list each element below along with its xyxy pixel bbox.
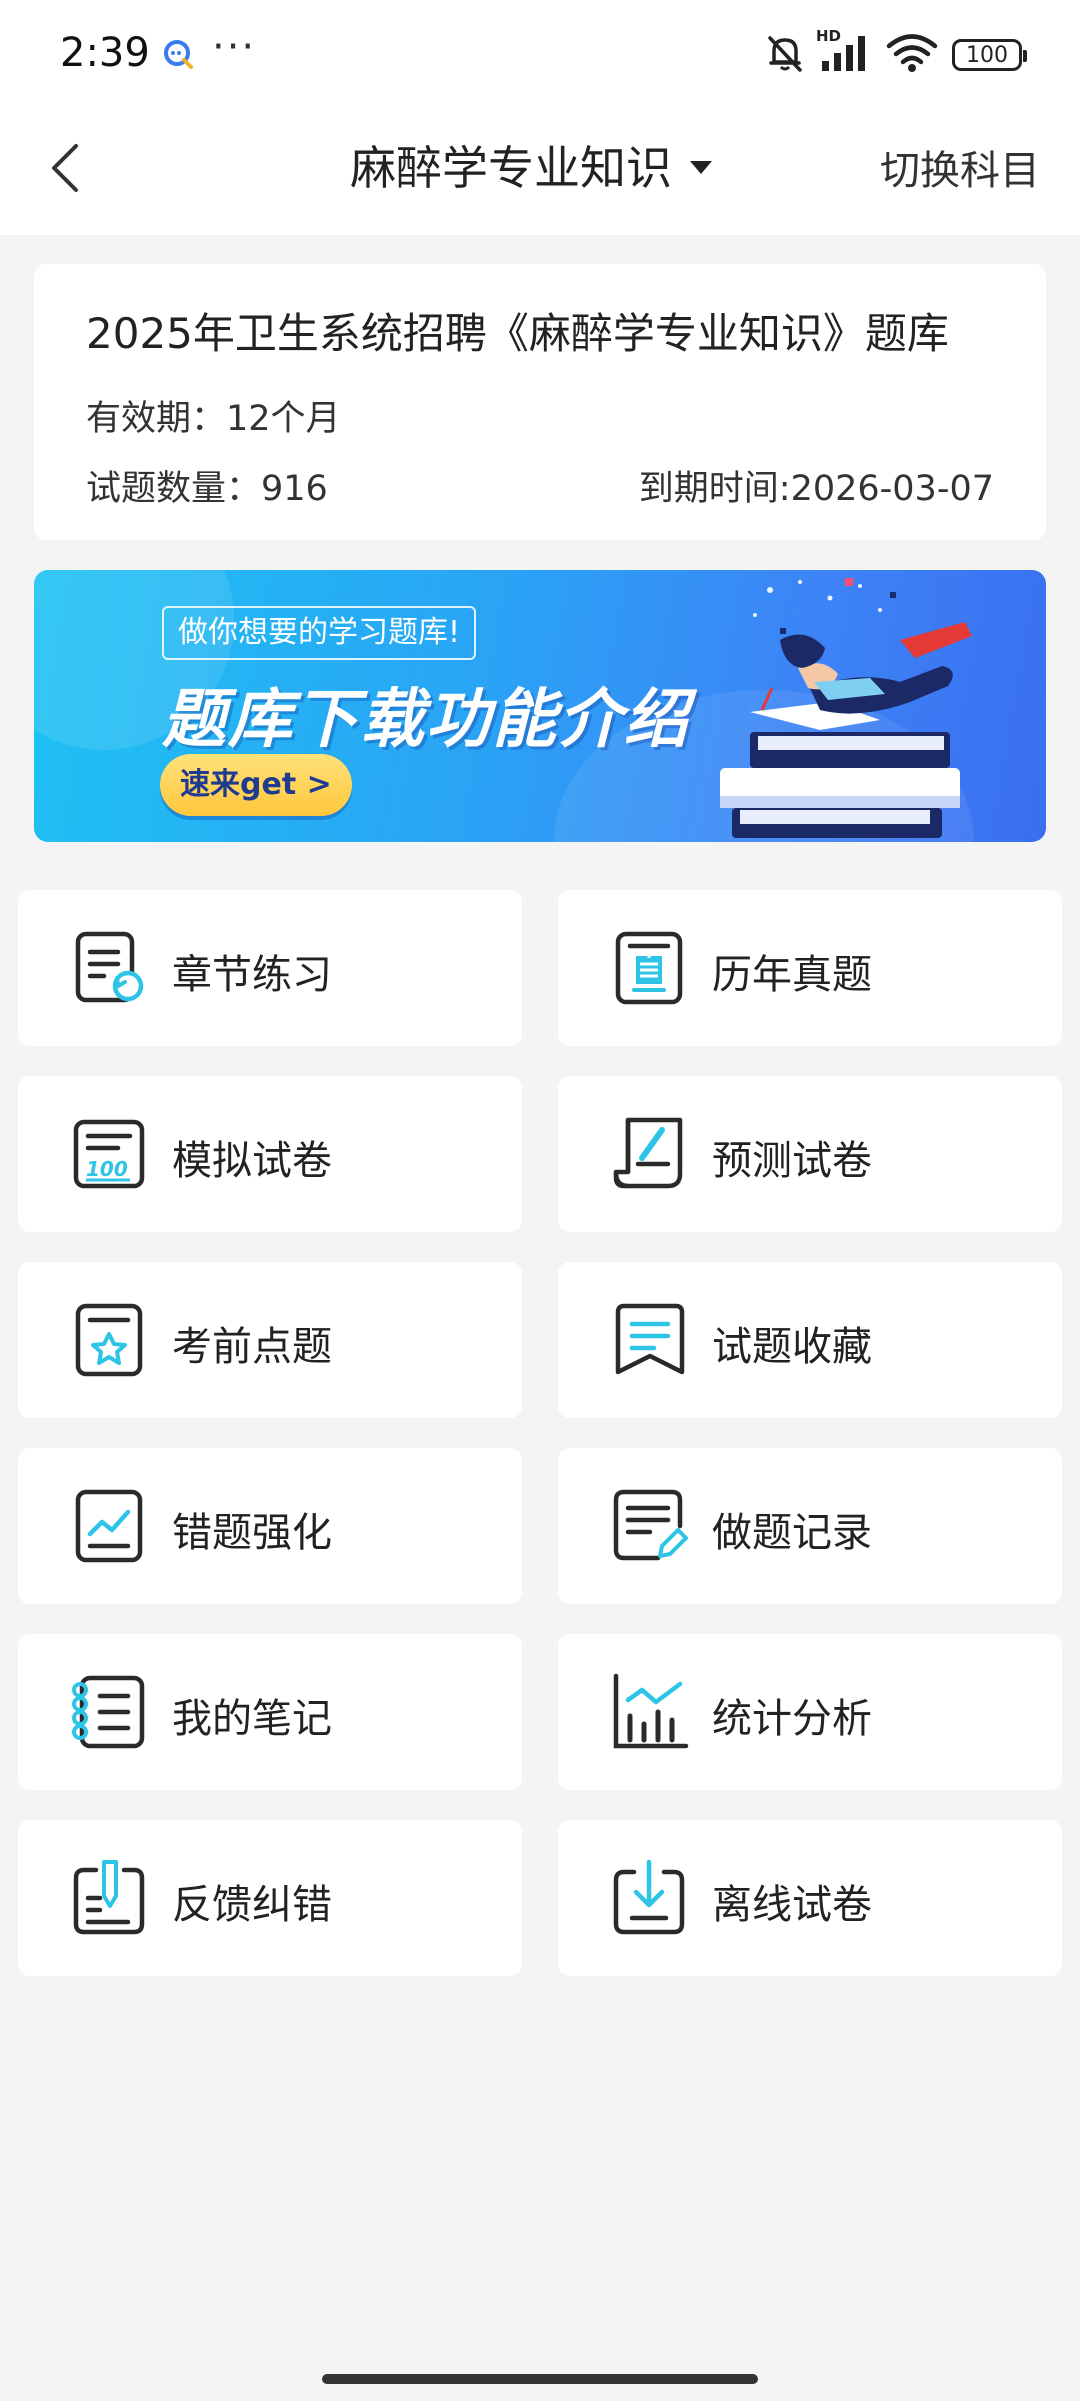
menu-item-label: 反馈纠错 [172,1882,332,1928]
banner-cta-button[interactable]: 速来get > [160,754,352,816]
chevron-left-icon [52,144,78,192]
menu-item-label: 我的笔记 [172,1696,332,1742]
mute-bell-icon [764,32,806,78]
expiry-date: 到期时间:2026-03-07 [638,469,994,509]
mock-exam-icon: 100 [73,1119,145,1189]
page-title: 麻醉学专业知识 [350,141,672,195]
menu-item-practice-record[interactable]: 做题记录 [558,1448,1062,1604]
hd-label: HD [816,27,842,45]
menu-item-mock-exam[interactable]: 100 模拟试卷 [18,1076,522,1232]
menu-item-offline-exam[interactable]: 离线试卷 [558,1820,1062,1976]
notes-icon [72,1675,145,1749]
menu-item-past-exams[interactable]: 历年真题 [558,890,1062,1046]
menu-item-prediction-exam[interactable]: 预测试卷 [558,1076,1062,1232]
caret-down-icon [690,160,712,174]
question-bank-title: 2025年卫生系统招聘《麻醉学专业知识》题库 [86,309,949,358]
subject-dropdown[interactable]: 麻醉学专业知识 [350,132,712,198]
question-count: 试题数量：916 [86,469,328,509]
menu-item-favorites[interactable]: 试题收藏 [558,1262,1062,1418]
menu-item-label: 做题记录 [712,1510,872,1556]
chat-bubble-icon [162,38,196,76]
menu-item-label: 错题强化 [172,1510,332,1556]
status-bar: 2:39 ··· HD 100 [0,0,1080,110]
back-button[interactable] [40,138,90,198]
menu-item-chapter-practice[interactable]: 章节练习 [18,890,522,1046]
menu-item-label: 历年真题 [712,952,872,998]
statistics-icon [613,1673,689,1749]
question-bank-info-card: 2025年卫生系统招聘《麻醉学专业知识》题库 有效期：12个月 试题数量：916… [34,264,1046,540]
banner-tag: 做你想要的学习题库! [162,606,477,660]
past-exams-icon [615,931,683,1005]
menu-item-notes[interactable]: 我的笔记 [18,1634,522,1790]
pre-exam-tips-icon [75,1303,143,1377]
practice-record-icon [613,1489,688,1561]
menu-item-label: 模拟试卷 [172,1138,332,1184]
offline-exam-icon [613,1859,685,1935]
favorites-icon [615,1303,685,1375]
menu-item-label: 统计分析 [712,1696,872,1742]
svg-text:100: 100 [86,1157,128,1181]
switch-subject-button[interactable]: 切换科目 [880,138,1040,196]
home-indicator[interactable] [322,2374,758,2384]
chapter-practice-icon [75,931,144,1003]
menu-item-label: 考前点题 [172,1324,332,1370]
more-notifications-icon: ··· [212,24,257,70]
feedback-icon [73,1860,145,1935]
banner-headline: 题库下载功能介绍 [162,683,690,757]
prediction-exam-icon [613,1117,683,1189]
status-time: 2:39 [60,30,150,76]
battery-icon: 100 [952,39,1027,71]
student-reading-illustration [720,578,972,838]
menu-item-pre-exam-tips[interactable]: 考前点题 [18,1262,522,1418]
nav-bar: 麻醉学专业知识 切换科目 [0,110,1080,235]
wrong-questions-icon [75,1489,143,1563]
menu-item-label: 试题收藏 [712,1324,872,1370]
menu-item-label: 离线试卷 [712,1882,872,1928]
promo-banner[interactable]: 做你想要的学习题库! 题库下载功能介绍 速来get > [34,570,1046,842]
menu-item-feedback[interactable]: 反馈纠错 [18,1820,522,1976]
signal-icon: HD [816,27,872,77]
menu-item-statistics[interactable]: 统计分析 [558,1634,1062,1790]
menu-item-wrong-questions[interactable]: 错题强化 [18,1448,522,1604]
wifi-icon [886,33,938,77]
menu-item-label: 章节练习 [172,952,332,998]
menu-item-label: 预测试卷 [712,1138,872,1184]
validity-period: 有效期：12个月 [86,399,341,439]
